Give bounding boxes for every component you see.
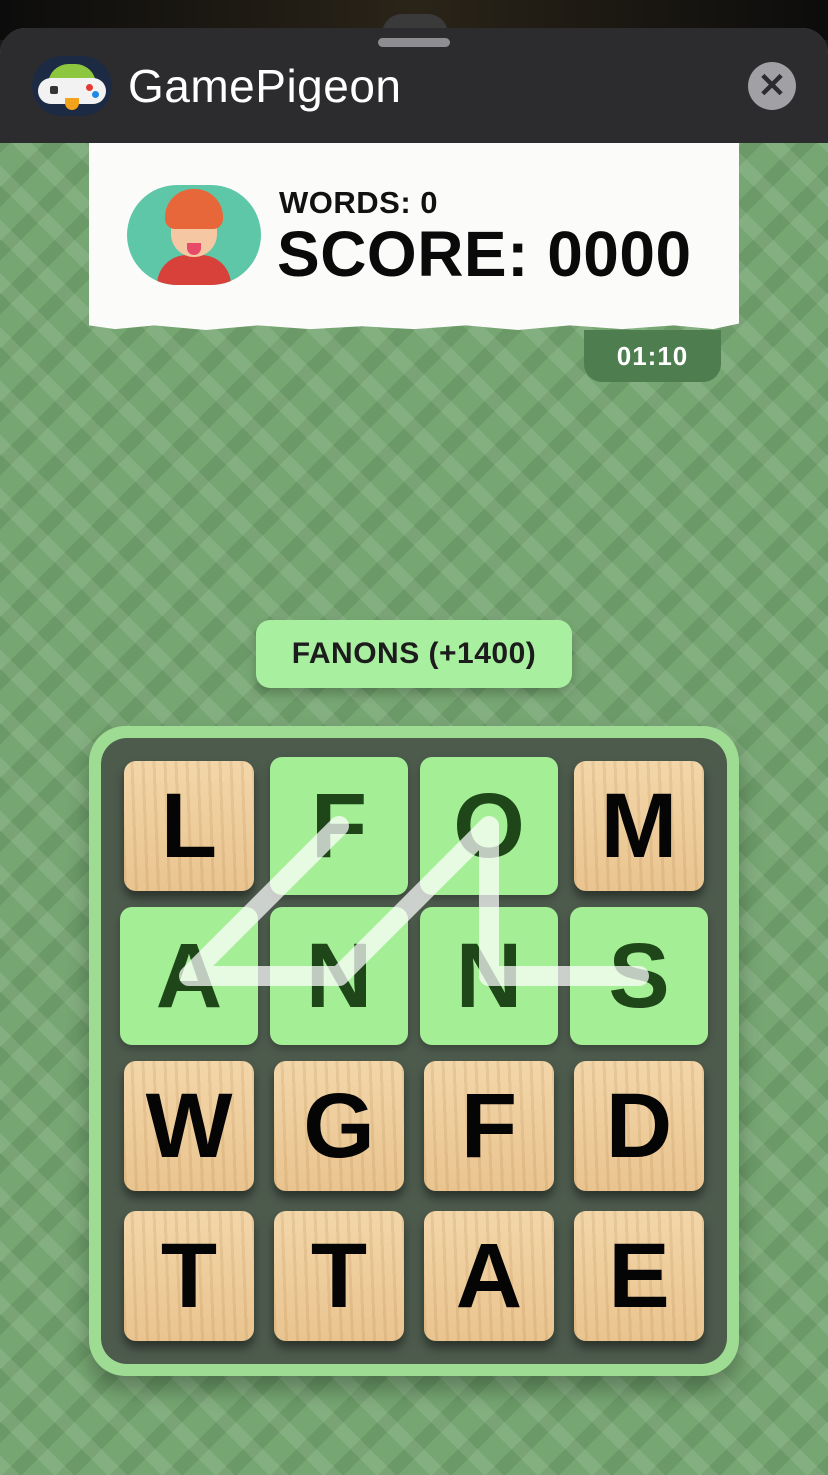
letter-tile-n-r2c3[interactable]: N (420, 907, 558, 1045)
letter-tile-f-r1c2[interactable]: F (270, 757, 408, 895)
words-count: WORDS: 0 (279, 185, 438, 220)
timer: 01:10 (584, 330, 721, 382)
letter-tile-l-r1c1[interactable]: L (124, 761, 254, 891)
letter-tile-t-r4c2[interactable]: T (274, 1211, 404, 1341)
player-avatar (127, 185, 261, 285)
letter-tile-w-r3c1[interactable]: W (124, 1061, 254, 1191)
letter-tile-e-r4c4[interactable]: E (574, 1211, 704, 1341)
current-word-badge: FANONS (+1400) (256, 620, 572, 688)
gamepigeon-bird-icon (32, 56, 112, 116)
board-grid: LFOMANNSWGFDTTAE (101, 738, 727, 1364)
app-title: GamePigeon (128, 60, 402, 112)
sheet-grabber-handle[interactable] (378, 38, 450, 47)
letter-tile-g-r3c2[interactable]: G (274, 1061, 404, 1191)
score-value: SCORE: 0000 (277, 218, 692, 290)
letter-tile-f-r3c3[interactable]: F (424, 1061, 554, 1191)
letter-tile-m-r1c4[interactable]: M (574, 761, 704, 891)
letter-tile-t-r4c1[interactable]: T (124, 1211, 254, 1341)
letter-tile-n-r2c2[interactable]: N (270, 907, 408, 1045)
letter-tile-d-r3c4[interactable]: D (574, 1061, 704, 1191)
app-header: GamePigeon ✕ (0, 28, 828, 143)
letter-board: LFOMANNSWGFDTTAE (89, 726, 739, 1376)
letter-tile-a-r2c1[interactable]: A (120, 907, 258, 1045)
letter-tile-o-r1c3[interactable]: O (420, 757, 558, 895)
letter-tile-a-r4c3[interactable]: A (424, 1211, 554, 1341)
letter-tile-s-r2c4[interactable]: S (570, 907, 708, 1045)
close-button[interactable]: ✕ (748, 62, 796, 110)
game-sheet: GamePigeon ✕ WORDS: 0 SCORE: 0000 01:10 … (0, 28, 828, 1475)
score-card: WORDS: 0 SCORE: 0000 (89, 143, 739, 331)
